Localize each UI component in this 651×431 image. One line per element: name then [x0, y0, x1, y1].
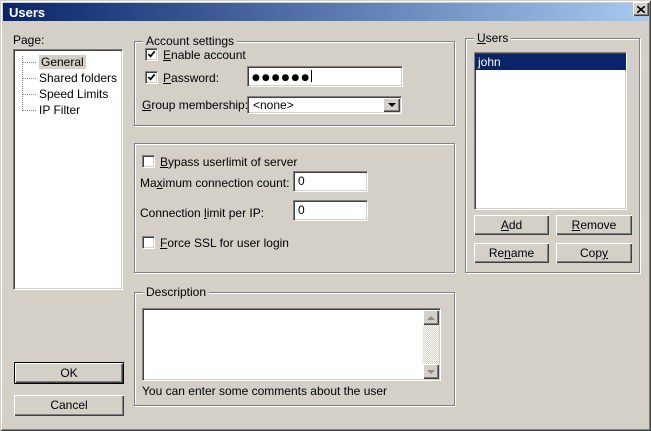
chevron-down-icon — [388, 103, 396, 107]
password-input[interactable]: ●●●●●● — [247, 66, 403, 87]
page-item-speed-limits[interactable]: Speed Limits — [14, 86, 122, 102]
description-textarea[interactable] — [142, 308, 441, 381]
enable-account-label[interactable]: Enable account — [163, 48, 246, 62]
group-membership-combobox[interactable]: <none> — [247, 96, 402, 114]
bypass-userlimit-checkbox[interactable] — [142, 155, 155, 168]
scroll-up-button[interactable] — [423, 310, 439, 325]
cancel-button-label: Cancel — [50, 398, 87, 412]
cancel-button[interactable]: Cancel — [14, 395, 124, 416]
password-value: ●●●●●● — [252, 73, 311, 83]
users-group-title: Users — [474, 31, 511, 45]
bypass-userlimit-label[interactable]: Bypass userlimit of server — [160, 155, 297, 169]
add-button-label: Add — [501, 218, 522, 232]
max-connection-value: 0 — [298, 174, 305, 188]
rename-button[interactable]: Rename — [474, 243, 549, 263]
ok-button-label: OK — [60, 366, 77, 380]
description-title: Description — [143, 285, 209, 299]
account-settings-title: Account settings — [143, 34, 237, 48]
ip-limit-input[interactable]: 0 — [293, 200, 368, 221]
copy-button[interactable]: Copy — [556, 243, 632, 263]
page-item-label: General — [39, 55, 86, 69]
check-icon — [147, 73, 156, 82]
close-button[interactable] — [633, 2, 649, 16]
ip-limit-value: 0 — [298, 203, 305, 217]
arrow-down-icon — [427, 370, 435, 374]
page-item-label: IP Filter — [39, 103, 80, 117]
page-item-shared-folders[interactable]: Shared folders — [14, 70, 122, 86]
page-list[interactable]: General Shared folders Speed Limits IP F… — [13, 49, 123, 290]
copy-button-label: Copy — [580, 246, 608, 260]
force-ssl-checkbox[interactable] — [142, 236, 155, 249]
check-icon — [147, 50, 156, 59]
max-connection-label: Maximum connection count: — [140, 176, 289, 190]
ip-limit-label: Connection limit per IP: — [140, 206, 264, 220]
page-item-label: Shared folders — [39, 71, 117, 85]
remove-button-label: Remove — [572, 218, 617, 232]
text-caret — [311, 70, 312, 82]
force-ssl-label[interactable]: Force SSL for user login — [160, 236, 289, 250]
password-label[interactable]: Password: — [163, 71, 219, 85]
window-title: Users — [3, 5, 45, 20]
combobox-dropdown-button[interactable] — [383, 98, 400, 112]
description-scrollbar[interactable] — [423, 310, 439, 379]
close-icon — [637, 6, 645, 13]
users-list[interactable]: john — [474, 52, 627, 210]
user-item-john[interactable]: john — [475, 54, 626, 70]
scroll-down-button[interactable] — [423, 364, 439, 379]
max-connection-input[interactable]: 0 — [293, 171, 368, 192]
user-item-label: john — [478, 55, 501, 69]
users-dialog: Users Page: General Shared folders Speed… — [0, 0, 651, 431]
group-membership-label: Group membership: — [142, 98, 248, 112]
page-item-ip-filter[interactable]: IP Filter — [14, 102, 122, 118]
description-hint: You can enter some comments about the us… — [142, 384, 387, 398]
group-membership-value: <none> — [253, 98, 294, 112]
rename-button-label: Rename — [489, 246, 534, 260]
title-bar[interactable]: Users — [3, 3, 648, 21]
password-checkbox[interactable] — [145, 71, 158, 84]
ok-button[interactable]: OK — [14, 362, 124, 384]
remove-button[interactable]: Remove — [556, 215, 632, 235]
add-button[interactable]: Add — [474, 215, 549, 235]
enable-account-checkbox[interactable] — [145, 48, 158, 61]
page-item-label: Speed Limits — [39, 87, 108, 101]
page-label: Page: — [13, 33, 44, 47]
arrow-up-icon — [427, 316, 435, 320]
page-item-general[interactable]: General — [14, 54, 122, 70]
